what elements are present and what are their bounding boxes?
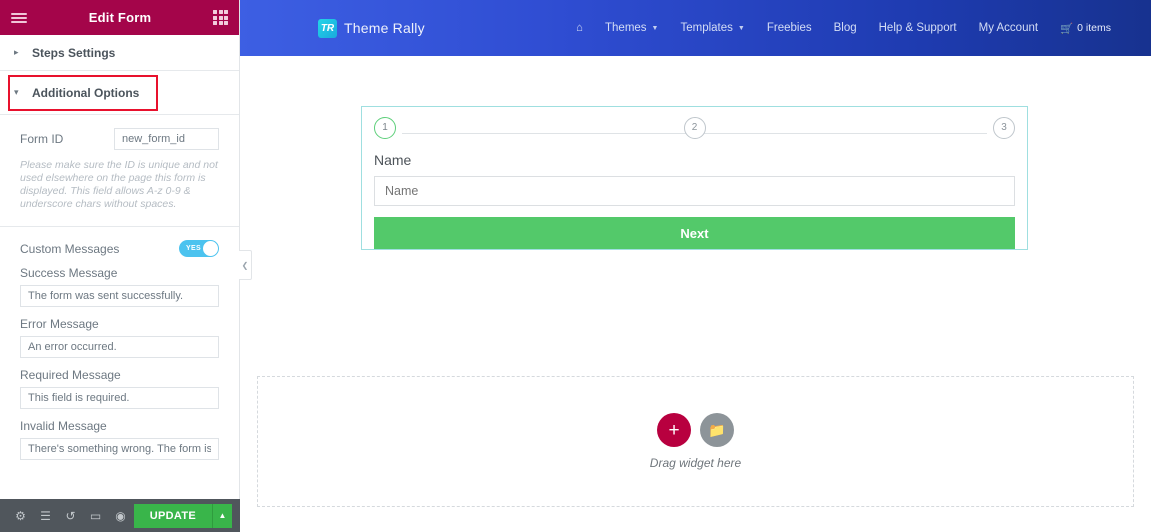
editor-panel: Edit Form ▸ Steps Settings ▾ Additional … (0, 0, 240, 532)
nav-label: Themes (605, 22, 647, 34)
update-button[interactable]: UPDATE (133, 503, 212, 528)
site-logo[interactable]: TR Theme Rally (318, 18, 425, 38)
cart-count-label: 0 items (1077, 22, 1111, 34)
accordion-label: Additional Options (32, 85, 140, 100)
update-options-caret-icon[interactable]: ▲ (212, 503, 232, 528)
form-id-label: Form ID (20, 132, 64, 146)
panel-footer: ⚙ ☰ ↺ ▭ ◉ UPDATE ▲ (0, 499, 240, 532)
nav-item-blog[interactable]: Blog (834, 22, 857, 34)
form-widget[interactable]: 1 2 3 Name Next (361, 106, 1028, 250)
chevron-down-icon: ▼ (737, 24, 745, 32)
cart-icon: 🛒 (1060, 22, 1074, 35)
success-message-label: Success Message (20, 266, 118, 280)
apps-grid-icon[interactable] (213, 10, 228, 25)
nav-label: Templates (680, 22, 733, 34)
panel-collapse-handle[interactable]: ❮ (239, 250, 252, 280)
invalid-message-block: Invalid Message (20, 419, 219, 460)
drop-zone-text: Drag widget here (649, 456, 742, 470)
history-icon[interactable]: ↺ (58, 499, 83, 532)
chevron-down-icon: ▼ (651, 24, 659, 32)
error-message-input[interactable] (20, 336, 219, 358)
form-id-help-text: Please make sure the ID is unique and no… (20, 159, 218, 210)
nav-item-freebies[interactable]: Freebies (767, 22, 812, 34)
form-id-row: Form ID (20, 128, 219, 150)
accordion-additional-options-wrap: ▾ Additional Options (0, 71, 239, 115)
accordion-additional-options[interactable]: ▾ Additional Options (0, 71, 239, 115)
success-message-input[interactable] (20, 285, 219, 307)
required-message-input[interactable] (20, 387, 219, 409)
cart-link[interactable]: 🛒 0 items (1060, 22, 1111, 35)
required-message-block: Required Message (20, 368, 219, 409)
invalid-message-label: Invalid Message (20, 419, 107, 433)
form-id-section: Form ID Please make sure the ID is uniqu… (0, 115, 239, 226)
nav-item-templates[interactable]: Templates ▼ (680, 22, 744, 34)
nav-item-help-support[interactable]: Help & Support (879, 22, 957, 34)
success-message-block: Success Message (20, 266, 219, 307)
chevron-down-icon: ▾ (14, 87, 19, 97)
preview-eye-icon[interactable]: ◉ (108, 499, 133, 532)
error-message-block: Error Message (20, 317, 219, 358)
drop-zone-buttons: + 📁 (657, 413, 734, 447)
widget-drop-zone[interactable]: + 📁 Drag widget here (257, 376, 1134, 507)
brand-mark-icon: TR (318, 18, 337, 38)
name-input[interactable] (374, 176, 1015, 206)
site-header: TR Theme Rally ⌂ Themes ▼ Templates ▼ Fr… (240, 0, 1151, 56)
add-template-folder-icon[interactable]: 📁 (700, 413, 734, 447)
panel-title: Edit Form (88, 10, 152, 25)
error-message-label: Error Message (20, 317, 99, 331)
form-id-input[interactable] (114, 128, 219, 150)
accordion-steps-settings[interactable]: ▸ Steps Settings (0, 35, 239, 71)
nav-home-icon[interactable]: ⌂ (576, 22, 583, 34)
step-indicator-3[interactable]: 3 (993, 116, 1015, 139)
step-indicator-2[interactable]: 2 (683, 116, 706, 139)
custom-messages-toggle[interactable]: YES (179, 240, 219, 257)
nav-item-my-account[interactable]: My Account (979, 22, 1038, 34)
form-steps-indicator: 1 2 3 (362, 107, 1027, 148)
next-button[interactable]: Next (374, 217, 1015, 249)
invalid-message-input[interactable] (20, 438, 219, 460)
toggle-state-label: YES (186, 245, 201, 252)
chevron-right-icon: ▸ (14, 47, 19, 57)
name-field-label: Name (374, 152, 412, 168)
brand-name: Theme Rally (344, 20, 425, 36)
canvas-stage: 1 2 3 Name Next + 📁 Drag widget here (240, 56, 1151, 532)
hamburger-icon[interactable] (11, 12, 27, 23)
responsive-mode-icon[interactable]: ▭ (83, 499, 108, 532)
step-indicator-1[interactable]: 1 (374, 116, 396, 139)
form-body: Name Next (362, 148, 1027, 249)
panel-header: Edit Form (0, 0, 239, 35)
add-widget-button[interactable]: + (657, 413, 691, 447)
site-nav: ⌂ Themes ▼ Templates ▼ Freebies Blog Hel… (576, 22, 1111, 35)
toggle-knob (203, 241, 218, 256)
settings-gear-icon[interactable]: ⚙ (8, 499, 33, 532)
elementor-editor: Edit Form ▸ Steps Settings ▾ Additional … (0, 0, 1151, 532)
custom-messages-label: Custom Messages (20, 241, 120, 256)
navigator-layers-icon[interactable]: ☰ (33, 499, 58, 532)
required-message-label: Required Message (20, 368, 121, 382)
custom-messages-row: Custom Messages YES (20, 240, 219, 257)
accordion-label: Steps Settings (32, 45, 116, 60)
custom-messages-section: Custom Messages YES Success Message Erro… (0, 227, 239, 474)
nav-item-themes[interactable]: Themes ▼ (605, 22, 658, 34)
preview-canvas: ❮ TR Theme Rally ⌂ Themes ▼ Templates ▼ … (239, 0, 1151, 532)
